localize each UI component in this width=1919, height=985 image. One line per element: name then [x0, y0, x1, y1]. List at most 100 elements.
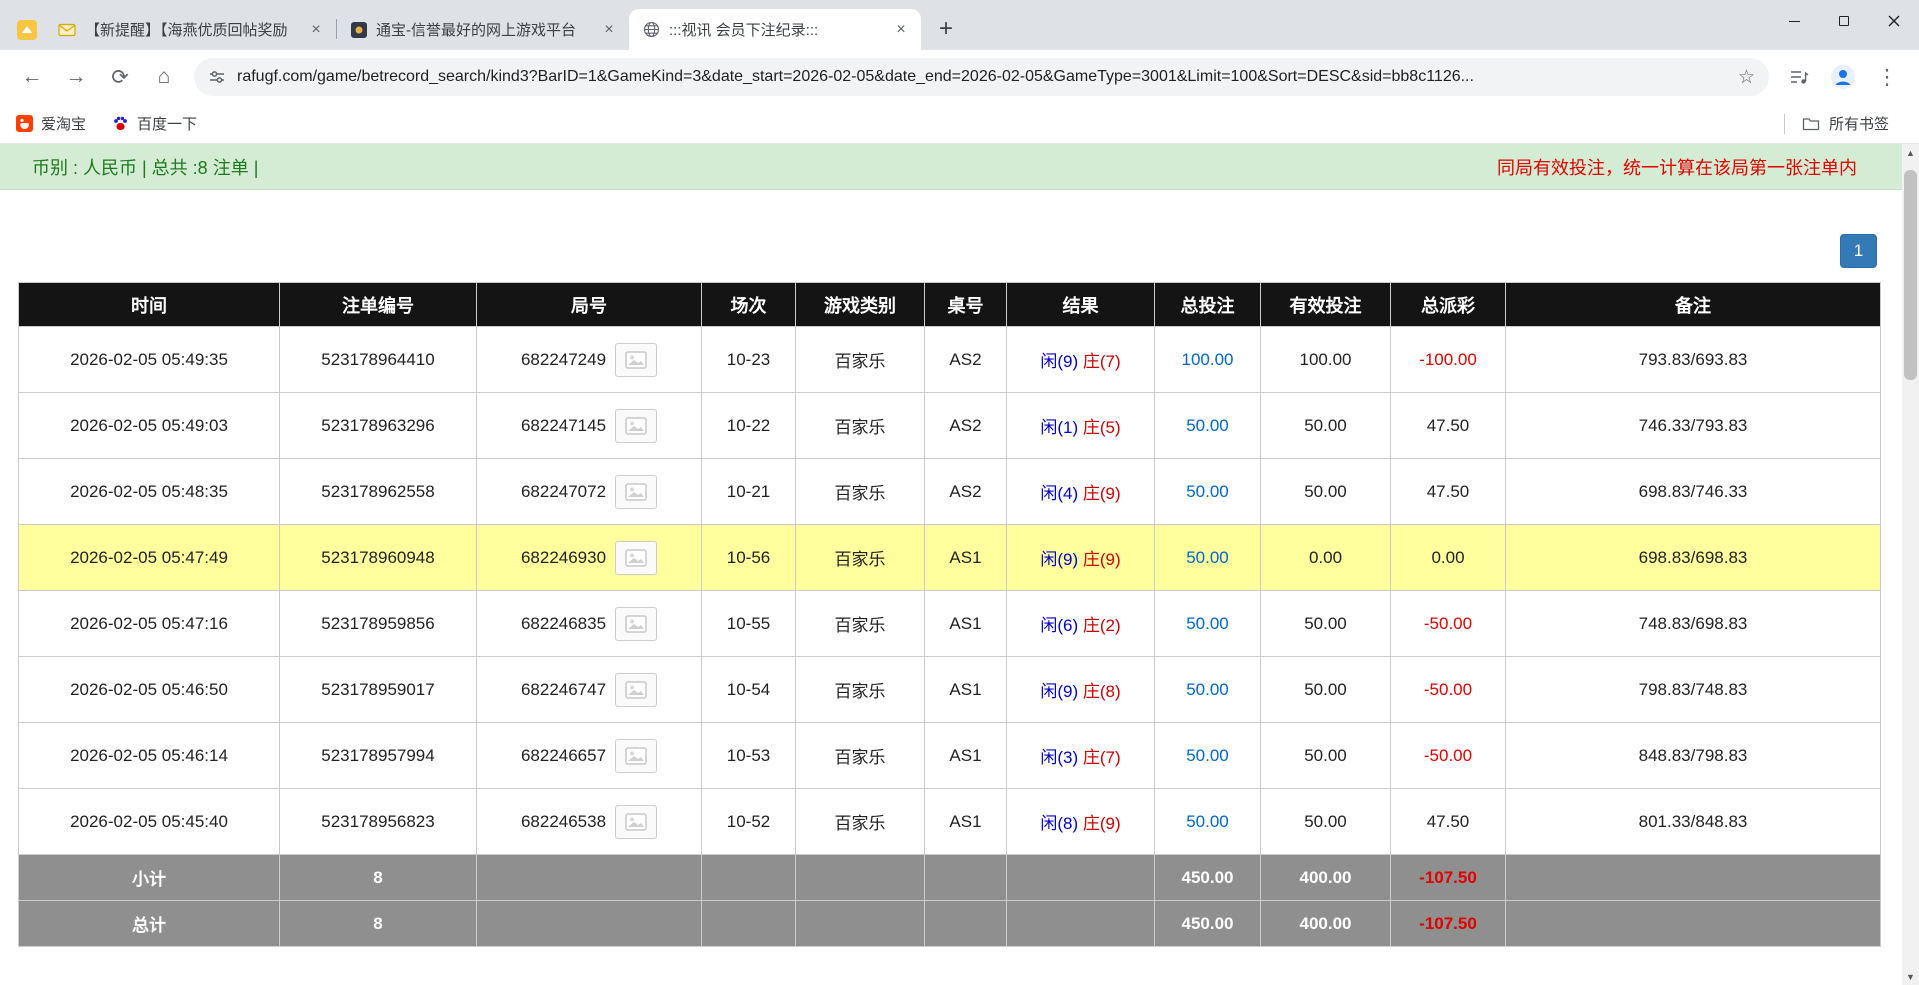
home-button[interactable]: ⌂ [144, 57, 184, 97]
result-player: 闲(4) [1040, 484, 1079, 503]
menu-kebab-icon[interactable]: ⋮ [1867, 57, 1907, 97]
site-info-icon[interactable] [208, 68, 226, 86]
bet-record-row: 2026-02-05 05:47:16 523178959856 682246835… [18, 590, 1881, 657]
minimize-button[interactable] [1769, 0, 1819, 42]
bookmarks-divider [1783, 113, 1785, 134]
total-bet-link[interactable]: 50.00 [1186, 416, 1229, 435]
payout-value: -50.00 [1423, 745, 1473, 765]
cell-result: 闲(9) 庄(9) [1006, 524, 1155, 591]
close-window-button[interactable] [1869, 0, 1919, 42]
minimize-icon [1788, 20, 1800, 22]
tab-tongbao[interactable]: 通宝-信誉最好的网上游戏平台 × [337, 9, 629, 50]
replay-video-button[interactable] [615, 606, 658, 641]
bookmark-baidu[interactable]: 百度一下 [112, 113, 197, 134]
replay-video-button[interactable] [615, 738, 658, 773]
column-header-game-type: 游戏类别 [795, 282, 925, 327]
replay-video-button[interactable] [615, 408, 658, 443]
cell-session: 10-53 [701, 722, 796, 789]
scroll-up-arrow[interactable]: ▲ [1902, 144, 1919, 161]
bet-record-row: 2026-02-05 05:49:03 523178963296 682247145… [18, 392, 1881, 459]
replay-video-button[interactable] [615, 672, 658, 707]
result-banker: 庄(9) [1082, 550, 1121, 569]
cell-bet-id: 523178962558 [279, 458, 477, 525]
scrollbar-thumb[interactable] [1904, 170, 1917, 380]
cell-payout: 0.00 [1390, 524, 1506, 591]
cell-valid-bet: 50.00 [1260, 722, 1391, 789]
payout-value: 47.50 [1426, 415, 1470, 435]
cell-game-type: 百家乐 [795, 458, 925, 525]
tab-forum[interactable]: 【新提醒】【海燕优质回帖奖励 × [44, 9, 336, 50]
reload-button[interactable]: ⟳ [100, 57, 140, 97]
url-text[interactable]: rafugf.com/game/betrecord_search/kind3?B… [237, 68, 1727, 86]
media-controls-icon[interactable] [1779, 57, 1819, 97]
cell-round: 682246747 [476, 656, 702, 723]
replay-video-button[interactable] [615, 342, 658, 377]
result-player: 闲(1) [1040, 418, 1079, 437]
payout-value: -100.00 [1419, 349, 1477, 369]
total-bet-link[interactable]: 50.00 [1186, 614, 1229, 633]
result-player: 闲(8) [1040, 814, 1079, 833]
cell-result: 闲(9) 庄(7) [1006, 326, 1155, 393]
round-number: 682246930 [520, 547, 607, 567]
browser-toolbar: ← → ⟳ ⌂ rafugf.com/game/betrecord_search… [0, 50, 1919, 104]
total-bet-link[interactable]: 50.00 [1186, 548, 1229, 567]
replay-video-button[interactable] [615, 474, 658, 509]
close-tab-icon[interactable]: × [306, 20, 326, 40]
total-bet-link[interactable]: 50.00 [1186, 746, 1229, 765]
bookmark-label: 爱淘宝 [41, 116, 87, 133]
cell-game-type: 百家乐 [795, 590, 925, 657]
forward-button[interactable]: → [56, 57, 96, 97]
all-bookmarks[interactable]: 所有书签 [1783, 113, 1903, 134]
result-player: 闲(9) [1040, 550, 1079, 569]
tab-title: 通宝-信誉最好的网上游戏平台 [376, 22, 576, 39]
maximize-icon [1839, 16, 1849, 26]
total-label: 总计 [18, 900, 280, 947]
page-1-button[interactable]: 1 [1840, 234, 1877, 268]
subtotal-row: 小计 8 450.00 400.00 -107.50 [18, 854, 1881, 901]
bet-record-row: 2026-02-05 05:47:49 523178960948 682246930… [18, 524, 1881, 591]
maximize-button[interactable] [1819, 0, 1869, 42]
close-tab-icon[interactable]: × [599, 20, 619, 40]
summary-body: 小计 8 450.00 400.00 -107.50 总计 8 450.00 4… [18, 854, 1881, 947]
column-header-time: 时间 [18, 282, 280, 327]
bookmark-aitaobao[interactable]: 爱淘宝 [16, 113, 86, 134]
cell-round: 682247249 [476, 326, 702, 393]
bet-record-row: 2026-02-05 05:46:50 523178959017 682246747… [18, 656, 1881, 723]
round-number: 682246538 [520, 811, 607, 831]
cell-time: 2026-02-05 05:47:16 [18, 590, 280, 657]
tab-strip: 【新提醒】【海燕优质回帖奖励 × 通宝-信誉最好的网上游戏平台 × :::视讯 … [0, 0, 1919, 50]
cell-total-bet: 50.00 [1154, 722, 1261, 789]
picture-icon [625, 482, 647, 501]
total-bet-link[interactable]: 50.00 [1186, 812, 1229, 831]
replay-video-button[interactable] [615, 540, 658, 575]
scrollbar[interactable]: ▲ ▼ [1902, 144, 1919, 985]
cell-total-bet: 50.00 [1154, 590, 1261, 657]
scroll-down-arrow[interactable]: ▼ [1902, 968, 1919, 985]
bookmarks-bar: 爱淘宝 百度一下 所有书签 [0, 104, 1919, 144]
column-header-session: 场次 [701, 282, 796, 327]
cell-table: AS2 [924, 326, 1007, 393]
profile-avatar-icon[interactable] [1823, 57, 1863, 97]
payout-value: 0.00 [1431, 547, 1465, 567]
cell-table: AS1 [924, 788, 1007, 855]
back-button[interactable]: ← [12, 57, 52, 97]
cell-game-type: 百家乐 [795, 524, 925, 591]
pinned-tab[interactable] [10, 10, 44, 50]
cell-payout: 47.50 [1390, 458, 1506, 525]
cell-table: AS2 [924, 392, 1007, 459]
tab-bet-records[interactable]: :::视讯 会员下注纪录::: × [629, 9, 921, 50]
result-banker: 庄(8) [1082, 682, 1121, 701]
new-tab-button[interactable]: + [929, 12, 963, 46]
cell-bet-id: 523178956823 [279, 788, 477, 855]
window-controls [1769, 0, 1919, 42]
close-tab-icon[interactable]: × [891, 20, 911, 40]
bookmark-star-icon[interactable]: ☆ [1738, 66, 1755, 89]
total-bet-link[interactable]: 50.00 [1186, 482, 1229, 501]
total-bet-link[interactable]: 100.00 [1182, 350, 1234, 369]
address-bar[interactable]: rafugf.com/game/betrecord_search/kind3?B… [194, 58, 1769, 96]
result-banker: 庄(5) [1082, 418, 1121, 437]
replay-video-button[interactable] [615, 804, 658, 839]
column-header-total-bet: 总投注 [1154, 282, 1261, 327]
round-number: 682246747 [520, 679, 607, 699]
total-bet-link[interactable]: 50.00 [1186, 680, 1229, 699]
